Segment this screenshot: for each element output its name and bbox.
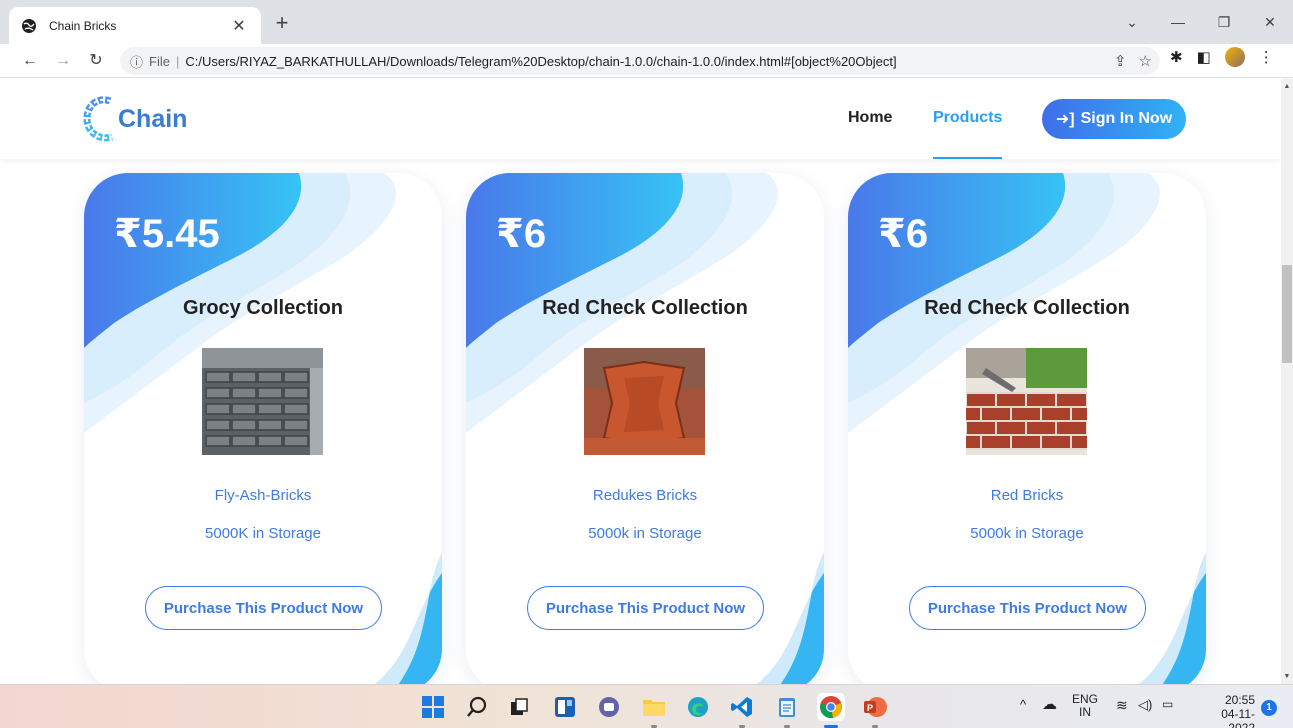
notification-badge[interactable]: 1 <box>1261 700 1277 716</box>
volume-icon[interactable]: ◁) <box>1138 697 1152 713</box>
tab-title: Chain Bricks <box>49 18 117 33</box>
search-icon[interactable] <box>463 693 491 721</box>
collection-title: Grocy Collection <box>182 297 344 319</box>
vscode-icon[interactable] <box>728 693 756 721</box>
product-price: ₹6 <box>496 212 547 256</box>
url-separator: | <box>175 53 180 69</box>
address-toolbar: ← → ↻ ⓘ File | C:/Users/RIYAZ_BARKATHULL… <box>0 44 1293 78</box>
profile-avatar[interactable] <box>1224 47 1245 67</box>
product-price: ₹5.45 <box>114 212 220 256</box>
powerpoint-icon[interactable]: P <box>861 693 889 721</box>
system-clock[interactable]: 20:55 04-11-2022 <box>1195 693 1255 728</box>
close-window-button[interactable]: ✕ <box>1247 10 1293 34</box>
nav-home[interactable]: Home <box>848 109 892 127</box>
back-icon[interactable]: ← <box>18 49 42 73</box>
logo-text: Chain <box>118 104 188 133</box>
fly-ash-bricks-image <box>202 348 323 455</box>
minimize-button[interactable]: — <box>1155 10 1201 34</box>
tray-overflow-icon[interactable]: ^ <box>1020 697 1026 712</box>
scroll-down-icon[interactable]: ▼ <box>1281 673 1293 680</box>
sign-in-label: Sign In Now <box>1080 110 1173 127</box>
product-card: ₹6 Red Check Collection Red Bricks 5000k… <box>848 173 1206 684</box>
product-name[interactable]: Fly-Ash-Bricks <box>84 487 442 504</box>
red-bricks-image <box>966 348 1087 455</box>
edge-browser-icon[interactable] <box>684 693 712 721</box>
task-view-icon[interactable] <box>505 693 533 721</box>
restore-button[interactable]: ❐ <box>1201 10 1247 34</box>
web-page: Chain Home Products ➜] Sign In Now ₹5.45… <box>0 79 1281 684</box>
sign-in-icon: ➜] <box>1055 111 1075 128</box>
browser-menu-icon[interactable]: ⋮ <box>1259 48 1274 66</box>
chain-logo-icon <box>83 96 113 142</box>
battery-icon[interactable]: ▭ <box>1162 697 1173 711</box>
wifi-icon[interactable]: ≋ <box>1116 697 1128 714</box>
teams-chat-icon[interactable] <box>595 693 623 721</box>
bookmark-star-icon[interactable]: ☆ <box>1139 52 1152 70</box>
purchase-button[interactable]: Purchase This Product Now <box>145 586 382 630</box>
storage-info: 5000k in Storage <box>970 525 1084 542</box>
language-indicator[interactable]: ENG IN <box>1072 693 1098 719</box>
browser-tab-bar: Chain Bricks ✕ + ⌄ — ❐ ✕ <box>0 0 1293 44</box>
collection-title: Red Check Collection <box>924 297 1130 319</box>
product-card: ₹6 Red Check Collection Redukes Bricks 5… <box>466 173 824 684</box>
product-card: ₹5.45 Grocy Collection Fly-Ash-Bricks 50… <box>84 173 442 684</box>
clock-time: 20:55 <box>1224 693 1255 707</box>
purchase-button[interactable]: Purchase This Product Now <box>909 586 1146 630</box>
storage-info: 5000K in Storage <box>205 525 321 542</box>
clock-date: 04-11-2022 <box>1221 707 1255 728</box>
product-name[interactable]: Redukes Bricks <box>466 487 824 504</box>
file-explorer-icon[interactable] <box>640 693 668 721</box>
windows-start-icon[interactable] <box>419 693 447 721</box>
chrome-icon[interactable] <box>817 693 845 721</box>
active-nav-underline <box>933 157 1002 159</box>
site-logo[interactable]: Chain <box>82 95 187 143</box>
redukes-bricks-image <box>584 348 705 455</box>
extensions-puzzle-icon[interactable]: ✱ <box>1170 48 1183 66</box>
product-price: ₹6 <box>878 212 929 256</box>
nav-products[interactable]: Products <box>933 109 1002 127</box>
storage-info: 5000k in Storage <box>588 525 702 542</box>
notepad-icon[interactable] <box>773 693 801 721</box>
side-panel-icon[interactable]: ◧ <box>1197 48 1211 66</box>
new-tab-button[interactable]: + <box>271 12 293 34</box>
scroll-up-icon[interactable]: ▲ <box>1281 83 1293 90</box>
close-tab-icon[interactable]: ✕ <box>229 16 249 36</box>
share-icon[interactable]: ⇪ <box>1114 52 1127 70</box>
extension-icons: ✱ ◧ ⋮ <box>1170 47 1274 67</box>
onedrive-sync-icon[interactable]: ☁ <box>1042 695 1057 713</box>
scrollbar-thumb[interactable] <box>1282 265 1292 363</box>
url-scheme-label: File <box>149 53 170 69</box>
purchase-button[interactable]: Purchase This Product Now <box>527 586 764 630</box>
windows-taskbar: P ^ ☁ ENG IN ≋ ◁) ▭ 20:55 04-11-2022 1 <box>0 684 1293 728</box>
widgets-icon[interactable] <box>551 693 579 721</box>
info-icon[interactable]: ⓘ <box>130 52 143 71</box>
browser-tab[interactable]: Chain Bricks ✕ <box>9 7 261 44</box>
page-scrollbar[interactable]: ▲ ▼ <box>1281 79 1293 684</box>
globe-icon <box>21 18 37 34</box>
forward-icon[interactable]: → <box>51 49 75 73</box>
collection-title: Red Check Collection <box>542 297 748 319</box>
tab-search-icon[interactable]: ⌄ <box>1109 10 1155 34</box>
window-controls: ⌄ — ❐ ✕ <box>1109 10 1293 34</box>
url-bar[interactable]: ⓘ File | C:/Users/RIYAZ_BARKATHULLAH/Dow… <box>120 47 1160 75</box>
url-text: C:/Users/RIYAZ_BARKATHULLAH/Downloads/Te… <box>185 53 897 69</box>
region-code: IN <box>1079 705 1091 719</box>
sign-in-button[interactable]: ➜] Sign In Now <box>1042 99 1186 139</box>
svg-text:P: P <box>867 703 873 713</box>
reload-icon[interactable]: ↻ <box>84 49 108 73</box>
site-header: Chain Home Products ➜] Sign In Now <box>0 79 1281 159</box>
product-name[interactable]: Red Bricks <box>848 487 1206 504</box>
